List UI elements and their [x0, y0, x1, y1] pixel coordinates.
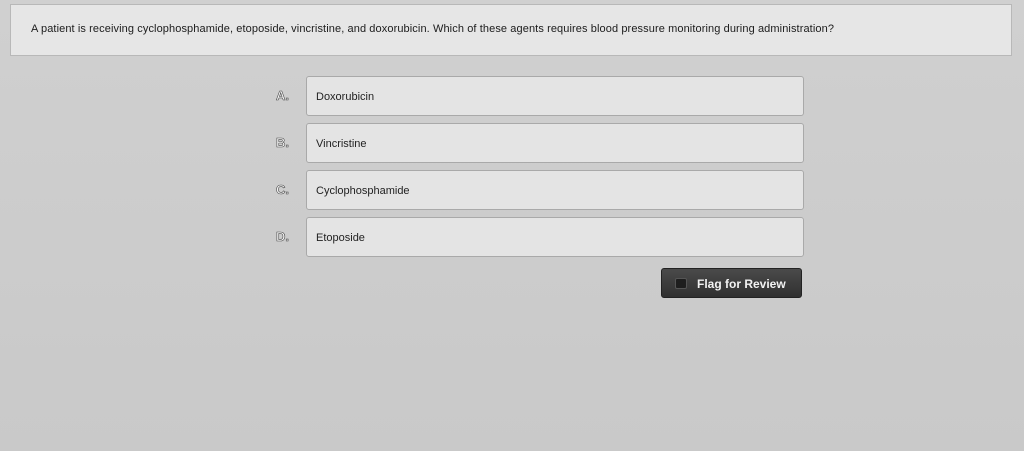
checkbox-icon[interactable] [675, 278, 687, 289]
answer-option-button[interactable]: Vincristine [306, 123, 804, 163]
choice-letter: C. [276, 182, 290, 198]
answer-choice-b: B. Vincristine [262, 123, 810, 165]
answer-option-button[interactable]: Etoposide [306, 217, 804, 257]
flag-for-review-button[interactable]: Flag for Review [661, 268, 802, 298]
choice-label: Doxorubicin [316, 91, 375, 103]
choice-label: Vincristine [316, 138, 367, 150]
question-text: A patient is receiving cyclophosphamide,… [31, 23, 835, 35]
question-panel: A patient is receiving cyclophosphamide,… [10, 4, 1012, 56]
answer-option-button[interactable]: Cyclophosphamide [306, 170, 804, 210]
answer-option-button[interactable]: Doxorubicin [306, 76, 804, 116]
choice-label: Cyclophosphamide [316, 185, 410, 197]
answer-choice-d: D. Etoposide [262, 217, 810, 259]
flag-label: Flag for Review [697, 277, 786, 291]
choice-letter: A. [276, 88, 290, 104]
choice-label: Etoposide [316, 232, 365, 244]
answer-choice-c: C. Cyclophosphamide [262, 170, 810, 212]
exam-page: A patient is receiving cyclophosphamide,… [0, 0, 1024, 451]
choice-letter: D. [276, 229, 290, 245]
choice-letter: B. [276, 135, 290, 151]
answer-choice-a: A. Doxorubicin [262, 76, 810, 118]
